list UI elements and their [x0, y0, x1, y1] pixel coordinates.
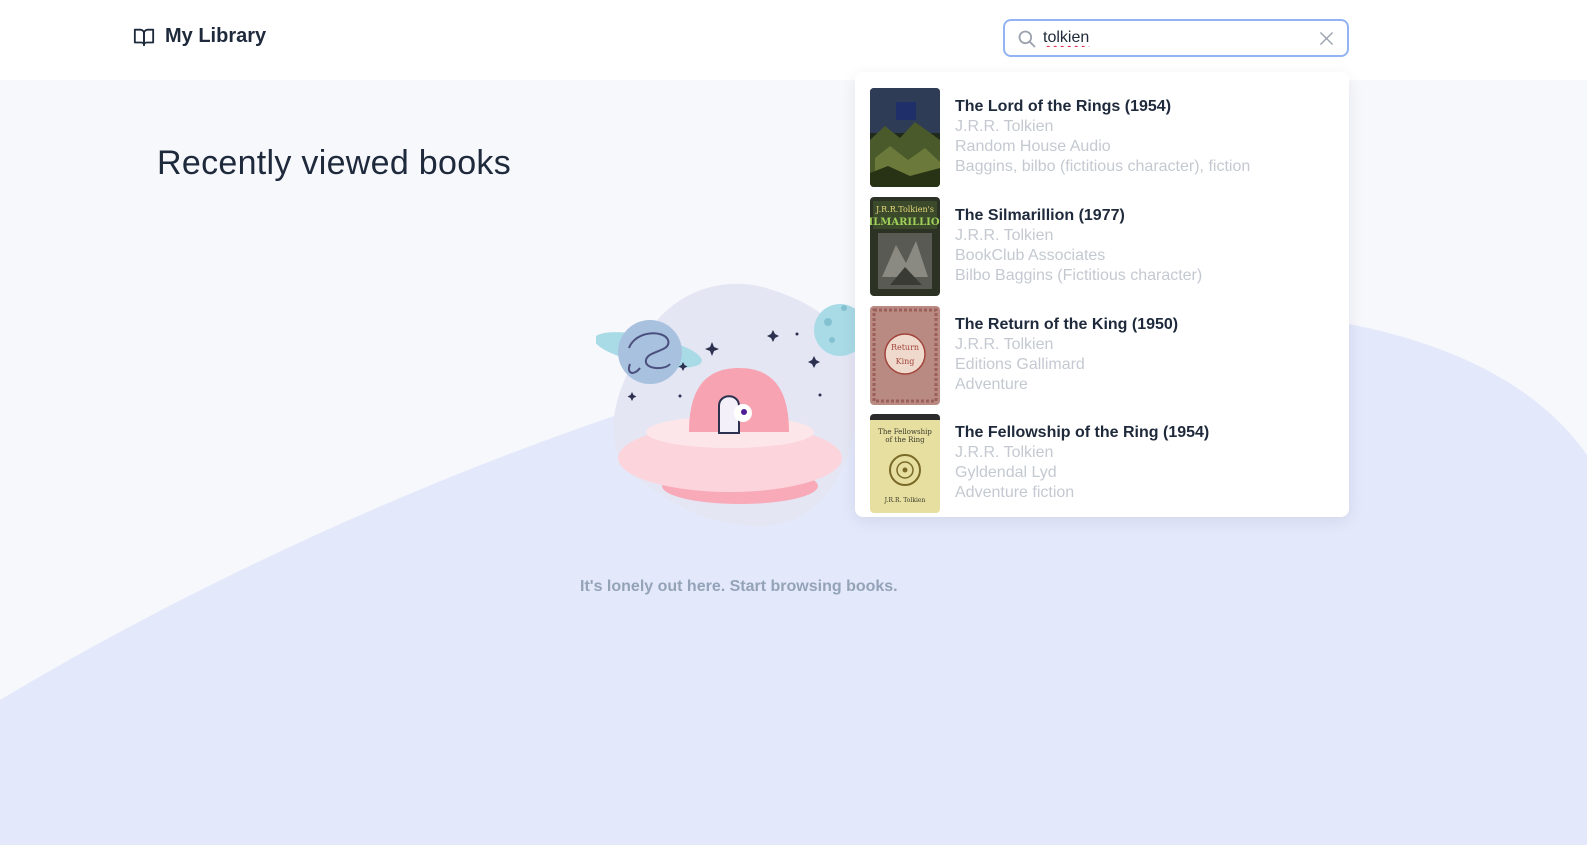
open-book-icon: [133, 28, 155, 46]
result-title: The Silmarillion (1977): [955, 207, 1125, 224]
result-author: J.R.R. Tolkien: [955, 336, 1054, 353]
search-result-item[interactable]: J.R.R.Tolkien's SILMARILLION The Silmari…: [870, 197, 1340, 297]
search-results-dropdown: The Lord of the Rings (1954) J.R.R. Tolk…: [855, 72, 1349, 517]
search-box: [1003, 19, 1349, 57]
result-publisher: BookClub Associates: [955, 247, 1106, 264]
svg-text:SILMARILLION: SILMARILLION: [870, 217, 940, 228]
brand-link[interactable]: My Library: [133, 25, 266, 48]
result-title: The Lord of the Rings (1954): [955, 98, 1172, 115]
result-title: The Return of the King (1950): [955, 316, 1179, 333]
result-publisher: Editions Gallimard: [955, 356, 1085, 373]
result-subjects: Adventure: [955, 376, 1028, 393]
top-bar: My Library: [0, 0, 1587, 80]
svg-text:The Fellowship: The Fellowship: [878, 428, 932, 436]
book-cover: [870, 88, 940, 187]
book-cover: The Fellowship of the Ring J.R.R. Tolkie…: [870, 414, 940, 513]
result-subjects: Bilbo Baggins (Fictitious character): [955, 267, 1203, 284]
svg-text:King: King: [896, 357, 915, 366]
svg-text:J.R.R.Tolkien's: J.R.R.Tolkien's: [875, 205, 934, 214]
svg-text:Return: Return: [891, 343, 919, 352]
search-input[interactable]: [1043, 25, 1313, 51]
result-title: The Fellowship of the Ring (1954): [955, 424, 1210, 441]
result-subjects: Baggins, bilbo (fictitious character), f…: [955, 158, 1251, 175]
search-result-item[interactable]: The Fellowship of the Ring J.R.R. Tolkie…: [870, 414, 1340, 514]
result-publisher: Random House Audio: [955, 138, 1111, 155]
result-publisher: Gyldendal Lyd: [955, 464, 1057, 481]
search-result-item[interactable]: Return King The Return of the King (1950…: [870, 306, 1340, 406]
ufo-illustration: [596, 283, 866, 527]
book-cover: J.R.R.Tolkien's SILMARILLION: [870, 197, 940, 296]
result-author: J.R.R. Tolkien: [955, 444, 1054, 461]
result-author: J.R.R. Tolkien: [955, 118, 1054, 135]
result-subjects: Adventure fiction: [955, 484, 1075, 501]
result-author: J.R.R. Tolkien: [955, 227, 1054, 244]
page-title: Recently viewed books: [157, 144, 512, 182]
empty-state-message: It's lonely out here. Start browsing boo…: [580, 578, 898, 595]
svg-text:J.R.R. Tolkien: J.R.R. Tolkien: [884, 497, 926, 504]
book-cover: Return King: [870, 306, 940, 405]
svg-text:of the Ring: of the Ring: [885, 436, 925, 444]
brand-label: My Library: [165, 25, 267, 47]
close-icon[interactable]: [1318, 30, 1335, 47]
search-result-item[interactable]: The Lord of the Rings (1954) J.R.R. Tolk…: [870, 88, 1340, 188]
search-icon: [1018, 30, 1036, 48]
